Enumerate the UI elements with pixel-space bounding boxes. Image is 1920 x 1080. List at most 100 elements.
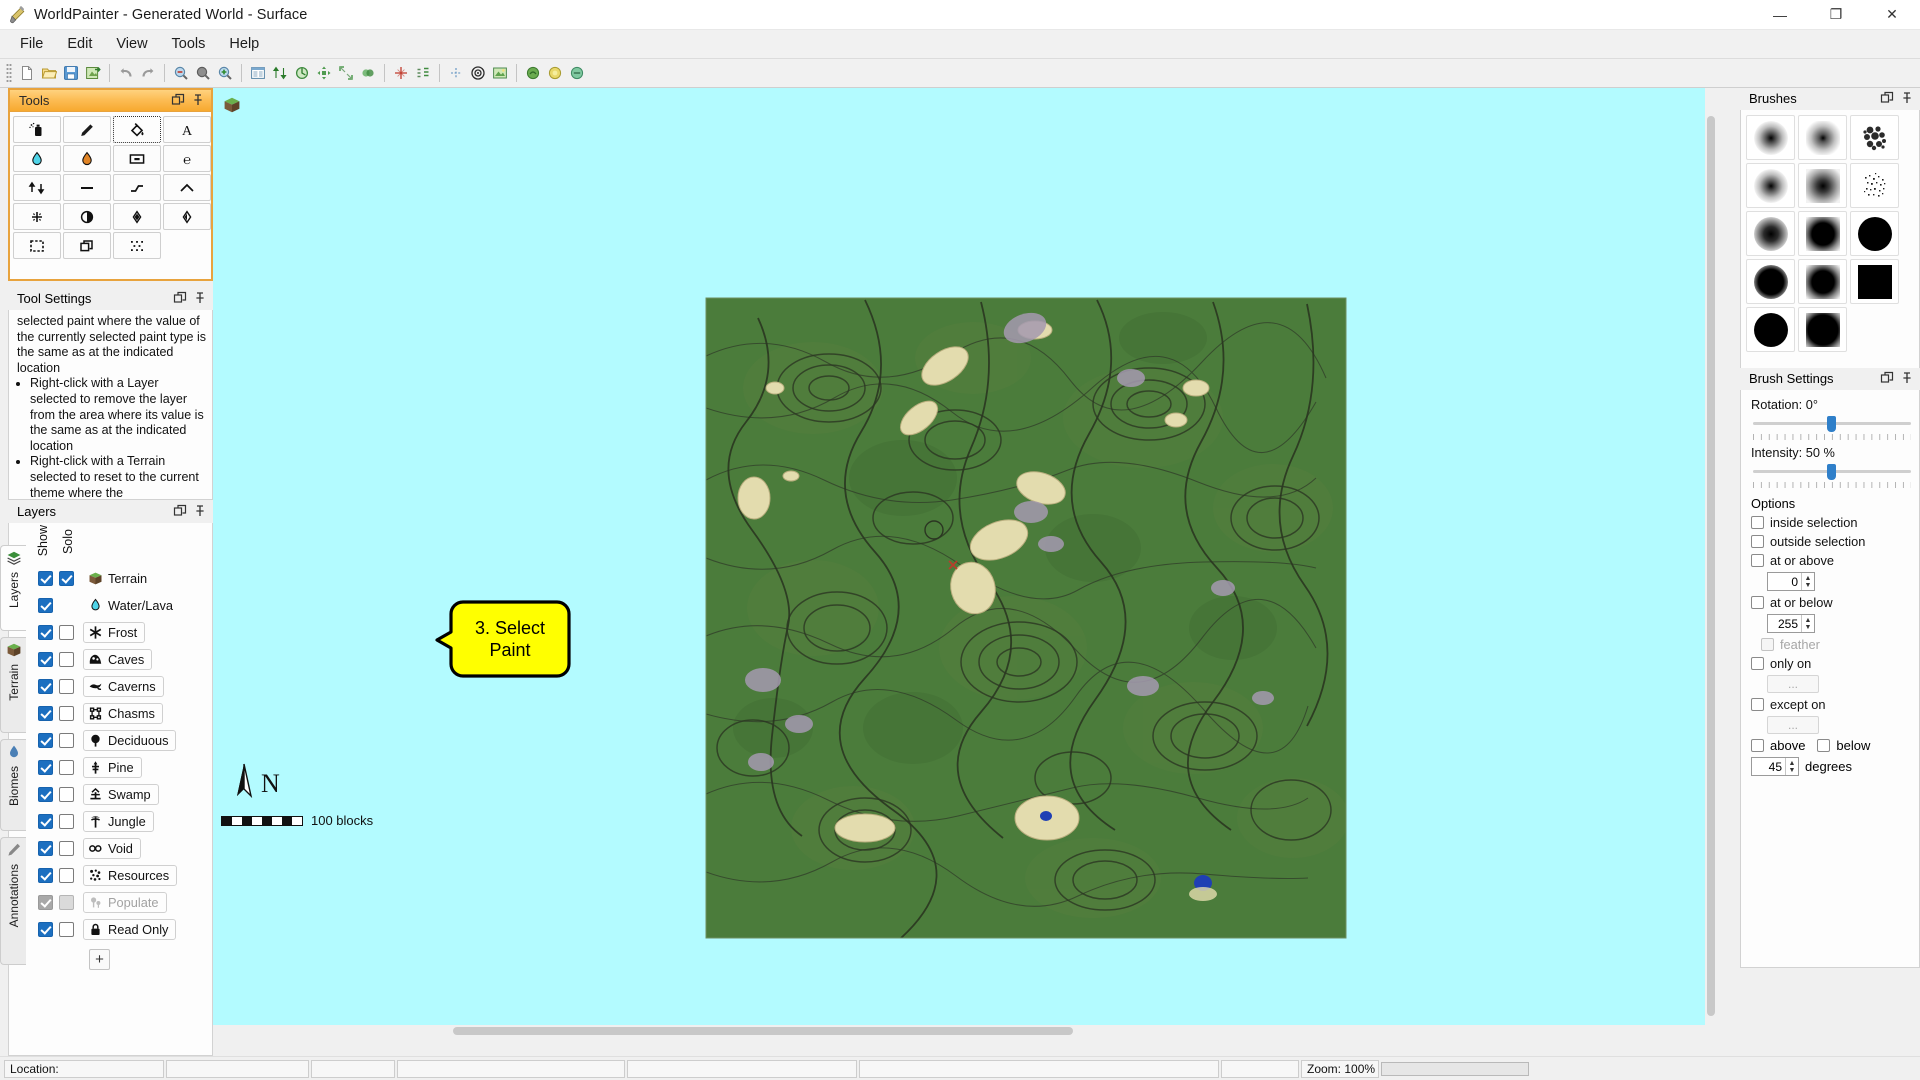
degrees-spinner[interactable]: 45 ▲ ▼ (1751, 757, 1799, 776)
biome-view-icon[interactable] (523, 63, 543, 84)
map-vertical-scroll-thumb[interactable] (1707, 116, 1715, 1016)
layer-solo-checkbox[interactable] (59, 841, 74, 856)
layer-solo-checkbox[interactable] (59, 922, 74, 937)
export-world-icon[interactable] (83, 63, 103, 84)
layer-show-checkbox[interactable] (38, 760, 53, 775)
option-at-or-below[interactable]: at or below (1751, 595, 1911, 610)
menu-view[interactable]: View (104, 32, 159, 56)
brush-square-med[interactable] (1798, 211, 1847, 256)
close-button[interactable]: ✕ (1864, 0, 1920, 30)
brush-square-solid[interactable] (1850, 259, 1899, 304)
layer-solo-checkbox[interactable] (59, 652, 74, 667)
map-vertical-scrollbar[interactable] (1705, 88, 1717, 1028)
map-horizontal-scrollbar[interactable] (213, 1025, 1715, 1037)
map-canvas[interactable] (213, 88, 1715, 1008)
merge-world-icon[interactable] (358, 63, 378, 84)
tool-rise[interactable] (113, 174, 161, 201)
brush-circle-soft-1[interactable] (1746, 115, 1795, 160)
tool-raise-pyramid[interactable] (63, 203, 111, 230)
layer-name-container[interactable]: Chasms (83, 703, 163, 724)
layer-name-container[interactable]: Deciduous (83, 730, 177, 751)
menu-file[interactable]: File (8, 32, 55, 56)
zoom-out-icon[interactable] (171, 63, 191, 84)
tool-settings-body[interactable]: selected paint where the value of the cu… (8, 310, 213, 500)
pin-icon[interactable] (191, 93, 207, 109)
layer-row[interactable]: Chasms (9, 700, 212, 727)
minimize-button[interactable]: — (1752, 0, 1808, 30)
layer-row[interactable]: Populate (9, 889, 212, 916)
menu-help[interactable]: Help (217, 32, 271, 56)
inside-selection-checkbox[interactable] (1751, 516, 1764, 529)
tool-spraycan[interactable] (13, 116, 61, 143)
brush-circle-vhard[interactable] (1746, 307, 1795, 352)
tool-lava[interactable] (63, 145, 111, 172)
tool-edit-selection[interactable] (113, 232, 161, 259)
tool-copy-selection[interactable] (63, 232, 111, 259)
float-icon[interactable] (1880, 91, 1896, 107)
layer-row[interactable]: Jungle (9, 808, 212, 835)
layer-solo-checkbox[interactable] (59, 760, 74, 775)
shift-world-icon[interactable] (314, 63, 334, 84)
intensity-slider[interactable] (1751, 462, 1911, 490)
zoom-reset-icon[interactable] (193, 63, 213, 84)
sidebar-tab-terrain[interactable]: Terrain (0, 637, 26, 733)
brush-circle-med[interactable] (1746, 211, 1795, 256)
grid-overlay-icon[interactable] (391, 63, 411, 84)
pin-icon[interactable] (193, 504, 209, 520)
tool-text[interactable]: A (163, 116, 211, 143)
layer-solo-checkbox[interactable] (59, 814, 74, 829)
layer-row[interactable]: Read Only (9, 916, 212, 943)
below-checkbox[interactable] (1817, 739, 1831, 752)
circle-overlay-icon[interactable] (468, 63, 488, 84)
float-icon[interactable] (171, 93, 187, 109)
menu-edit[interactable]: Edit (55, 32, 104, 56)
above-checkbox[interactable] (1751, 739, 1764, 752)
option-at-or-above[interactable]: at or above (1751, 553, 1911, 568)
tool-smooth[interactable] (163, 174, 211, 201)
tool-water[interactable] (13, 145, 61, 172)
sidebar-tab-biomes[interactable]: Biomes (0, 739, 26, 831)
rotate-world-icon[interactable] (292, 63, 312, 84)
layer-row[interactable]: Frost (9, 619, 212, 646)
outside-selection-checkbox[interactable] (1751, 535, 1764, 548)
overlay-image-icon[interactable] (446, 63, 466, 84)
end-view-icon[interactable] (567, 63, 587, 84)
layer-name-container[interactable]: Void (83, 838, 141, 859)
layer-show-checkbox[interactable] (38, 922, 53, 937)
float-icon[interactable] (1880, 371, 1896, 387)
toolbar-grip[interactable] (6, 63, 12, 83)
intensity-slider-knob[interactable] (1827, 464, 1836, 480)
maximize-button[interactable]: ❐ (1808, 0, 1864, 30)
layer-name-container[interactable]: Terrain (83, 568, 155, 589)
brush-square-soft-1[interactable] (1798, 115, 1847, 160)
layer-solo-checkbox[interactable] (59, 625, 74, 640)
layer-solo-checkbox[interactable] (59, 733, 74, 748)
layer-row[interactable]: Water/Lava (9, 592, 212, 619)
layer-name-container[interactable]: Caverns (83, 676, 164, 697)
layer-name-container[interactable]: Read Only (83, 919, 177, 940)
layer-row[interactable]: Caves (9, 646, 212, 673)
layer-show-checkbox[interactable] (38, 868, 53, 883)
except-on-checkbox[interactable] (1751, 698, 1764, 711)
layer-show-checkbox[interactable] (38, 625, 53, 640)
layer-row[interactable]: Resources (9, 862, 212, 889)
at-or-above-checkbox[interactable] (1751, 554, 1764, 567)
tool-map-area[interactable] (113, 145, 161, 172)
tool-selection[interactable] (13, 232, 61, 259)
layer-row[interactable]: Void (9, 835, 212, 862)
tool-slope[interactable] (63, 174, 111, 201)
redo-icon[interactable] (138, 63, 158, 84)
spinner-arrows-icon[interactable]: ▲ ▼ (1785, 758, 1798, 775)
except-on-picker-button[interactable]: ... (1767, 716, 1819, 734)
tool-sponge[interactable]: ℮ (163, 145, 211, 172)
tool-flood-fill[interactable] (113, 116, 161, 143)
height-map-icon[interactable] (270, 63, 290, 84)
only-on-checkbox[interactable] (1751, 657, 1764, 670)
brush-noise-speckle[interactable] (1850, 163, 1899, 208)
add-layer-button[interactable]: + (89, 949, 110, 970)
pin-icon[interactable] (1900, 91, 1916, 107)
nether-view-icon[interactable] (545, 63, 565, 84)
rotation-slider[interactable] (1751, 414, 1911, 442)
float-icon[interactable] (173, 291, 189, 307)
layer-row[interactable]: Caverns (9, 673, 212, 700)
